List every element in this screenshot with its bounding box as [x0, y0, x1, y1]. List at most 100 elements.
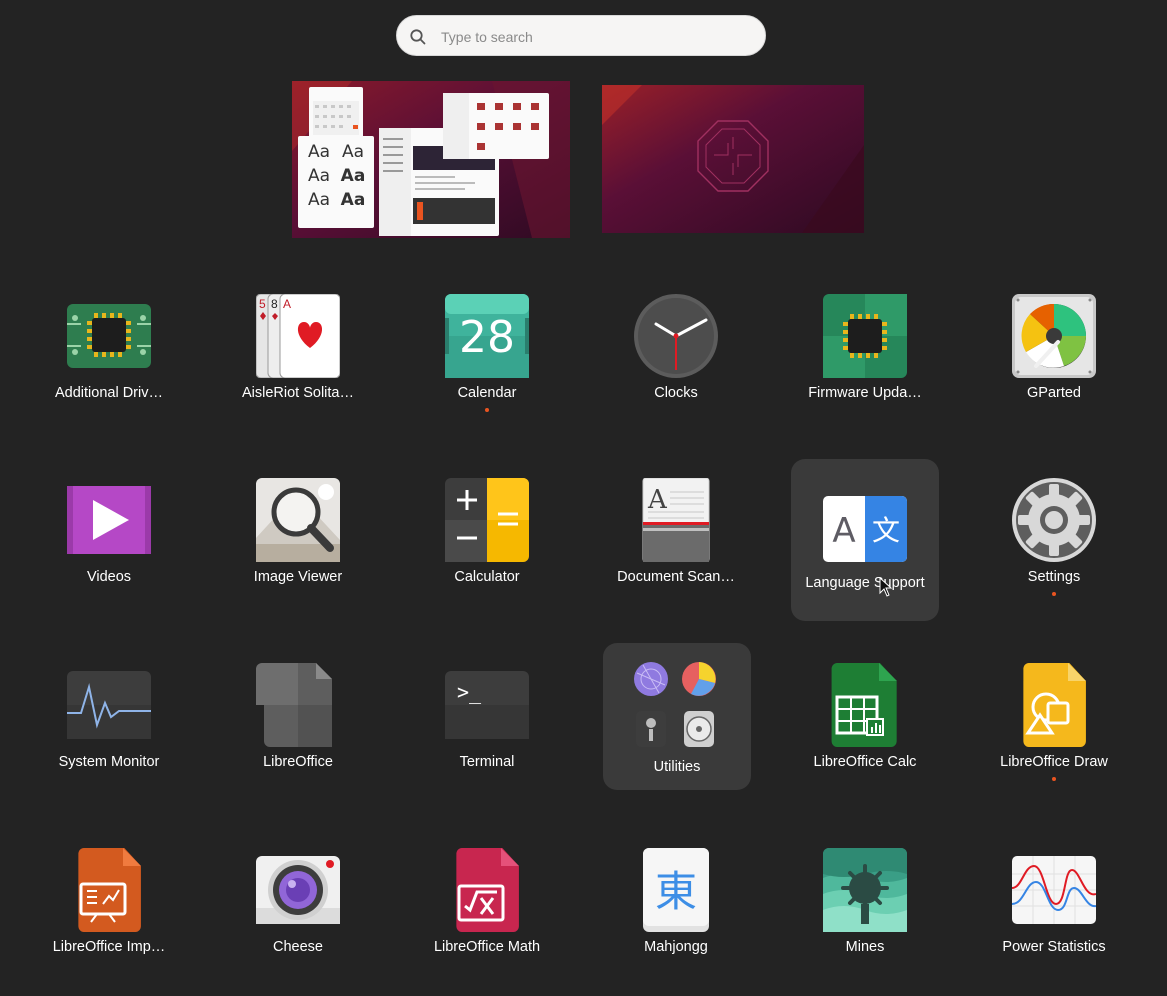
running-indicator [485, 408, 489, 412]
fonts-window-thumbnail: Aa Aa Aa Aa Aa Aa [298, 136, 374, 228]
firmware-chip-icon [823, 294, 907, 378]
app-folder-utilities[interactable]: Utilities [603, 643, 751, 790]
app-language-support[interactable]: A 文 Language Support [791, 459, 939, 621]
app-mahjongg[interactable]: 東 Mahjongg [602, 832, 750, 992]
app-libreoffice-draw[interactable]: LibreOffice Draw [980, 647, 1128, 807]
mahjong-glyph: 東 [655, 867, 697, 916]
app-libreoffice-math[interactable]: LibreOffice Math [413, 832, 561, 992]
app-label: Videos [86, 569, 132, 585]
app-label: Clocks [654, 385, 698, 401]
app-videos[interactable]: Videos [35, 462, 183, 622]
files-window-thumbnail [443, 93, 549, 159]
app-label: LibreOffice Draw [1000, 754, 1108, 770]
calendar-icon: 28 [445, 294, 529, 378]
app-label: LibreOffice Math [433, 939, 541, 955]
app-image-viewer[interactable]: Image Viewer [224, 462, 372, 622]
app-label: Firmware Upda… [808, 385, 922, 401]
app-label: Document Scan… [617, 569, 735, 585]
app-label: LibreOffice Imp… [52, 939, 166, 955]
app-label: Calculator [454, 569, 520, 585]
folder-icon [634, 662, 716, 747]
app-gparted[interactable]: GParted [980, 278, 1128, 438]
workspace-thumbnail-1[interactable]: Aa Aa Aa Aa Aa Aa [292, 81, 570, 238]
app-calendar[interactable]: 28 Calendar [413, 278, 561, 438]
app-label: Language Support [805, 575, 925, 591]
play-icon [67, 486, 151, 554]
font-preview: Aa [307, 166, 331, 186]
app-document-scanner[interactable]: A Document Scan… [602, 462, 750, 622]
svg-text:8: 8 [271, 297, 278, 311]
app-system-monitor[interactable]: System Monitor [35, 647, 183, 807]
terminal-prompt: >_ [457, 680, 482, 704]
libreoffice-icon [256, 663, 332, 747]
wallpaper [602, 85, 864, 233]
app-label: AisleRiot Solita… [241, 385, 354, 401]
app-label: Additional Driv… [55, 385, 163, 401]
svg-text:A: A [647, 485, 668, 515]
playing-cards-icon: 5 8 A [256, 294, 340, 378]
font-preview: Aa [307, 190, 331, 210]
hard-disk-icon [1012, 294, 1096, 378]
calculator-icon [445, 478, 529, 562]
draw-shapes-icon [1023, 663, 1086, 747]
app-label: Mines [845, 939, 885, 955]
formula-icon [456, 848, 519, 932]
search-bar[interactable] [396, 15, 766, 57]
terminal-icon: >_ [445, 671, 529, 739]
app-libreoffice-calc[interactable]: LibreOffice Calc [791, 647, 939, 807]
power-graph-icon [1012, 856, 1096, 924]
app-label: Calendar [457, 385, 517, 401]
monitor-graph-icon [67, 671, 151, 739]
font-preview: Aa [340, 190, 366, 210]
mine-icon [823, 848, 907, 932]
svg-text:A: A [283, 297, 291, 311]
clock-icon [634, 294, 718, 378]
app-terminal[interactable]: >_ Terminal [413, 647, 561, 807]
spreadsheet-icon [831, 663, 897, 747]
app-cheese[interactable]: Cheese [224, 832, 372, 992]
font-preview: Aa [340, 166, 366, 186]
app-clocks[interactable]: Clocks [602, 278, 750, 438]
camera-icon [256, 856, 340, 924]
mahjong-tile-icon: 東 [643, 848, 709, 932]
running-indicator [1052, 777, 1056, 781]
font-preview: Aa [307, 142, 331, 162]
app-libreoffice-impress[interactable]: LibreOffice Imp… [35, 832, 183, 992]
svg-text:A: A [832, 511, 855, 551]
scanner-icon: A [642, 478, 710, 562]
app-label: LibreOffice [263, 754, 333, 770]
search-icon [410, 29, 426, 45]
running-indicator [1052, 592, 1056, 596]
app-label: Utilities [653, 759, 701, 775]
font-preview: Aa [341, 142, 365, 162]
app-label: Image Viewer [253, 569, 343, 585]
app-libreoffice[interactable]: LibreOffice [224, 647, 372, 807]
app-label: System Monitor [58, 754, 160, 770]
chip-icon [67, 304, 151, 368]
app-power-statistics[interactable]: Power Statistics [980, 832, 1128, 992]
app-label: Power Statistics [1002, 939, 1106, 955]
app-settings[interactable]: Settings [980, 462, 1128, 622]
search-input[interactable] [439, 16, 753, 57]
app-firmware[interactable]: Firmware Upda… [791, 278, 939, 438]
app-label: Terminal [459, 754, 515, 770]
workspace-thumbnail-2[interactable] [602, 85, 864, 233]
app-label: LibreOffice Calc [813, 754, 917, 770]
svg-text:文: 文 [872, 514, 900, 547]
magnifier-icon [256, 478, 340, 562]
app-label: Mahjongg [644, 939, 708, 955]
app-label: GParted [1027, 385, 1081, 401]
app-additional-drivers[interactable]: Additional Driv… [35, 278, 183, 438]
app-calculator[interactable]: Calculator [413, 462, 561, 622]
calendar-day: 28 [459, 312, 515, 363]
language-icon: A 文 [823, 496, 907, 562]
presentation-icon [78, 848, 141, 932]
app-aisleriot[interactable]: 5 8 A AisleRiot Solita… [224, 278, 372, 438]
mouse-pointer-icon [879, 577, 893, 597]
svg-text:5: 5 [259, 297, 266, 311]
app-label: Cheese [273, 939, 323, 955]
app-mines[interactable]: Mines [791, 832, 939, 992]
app-label: Settings [1027, 569, 1081, 585]
calendar-window-thumbnail [309, 87, 363, 139]
gear-icon [1012, 478, 1096, 562]
